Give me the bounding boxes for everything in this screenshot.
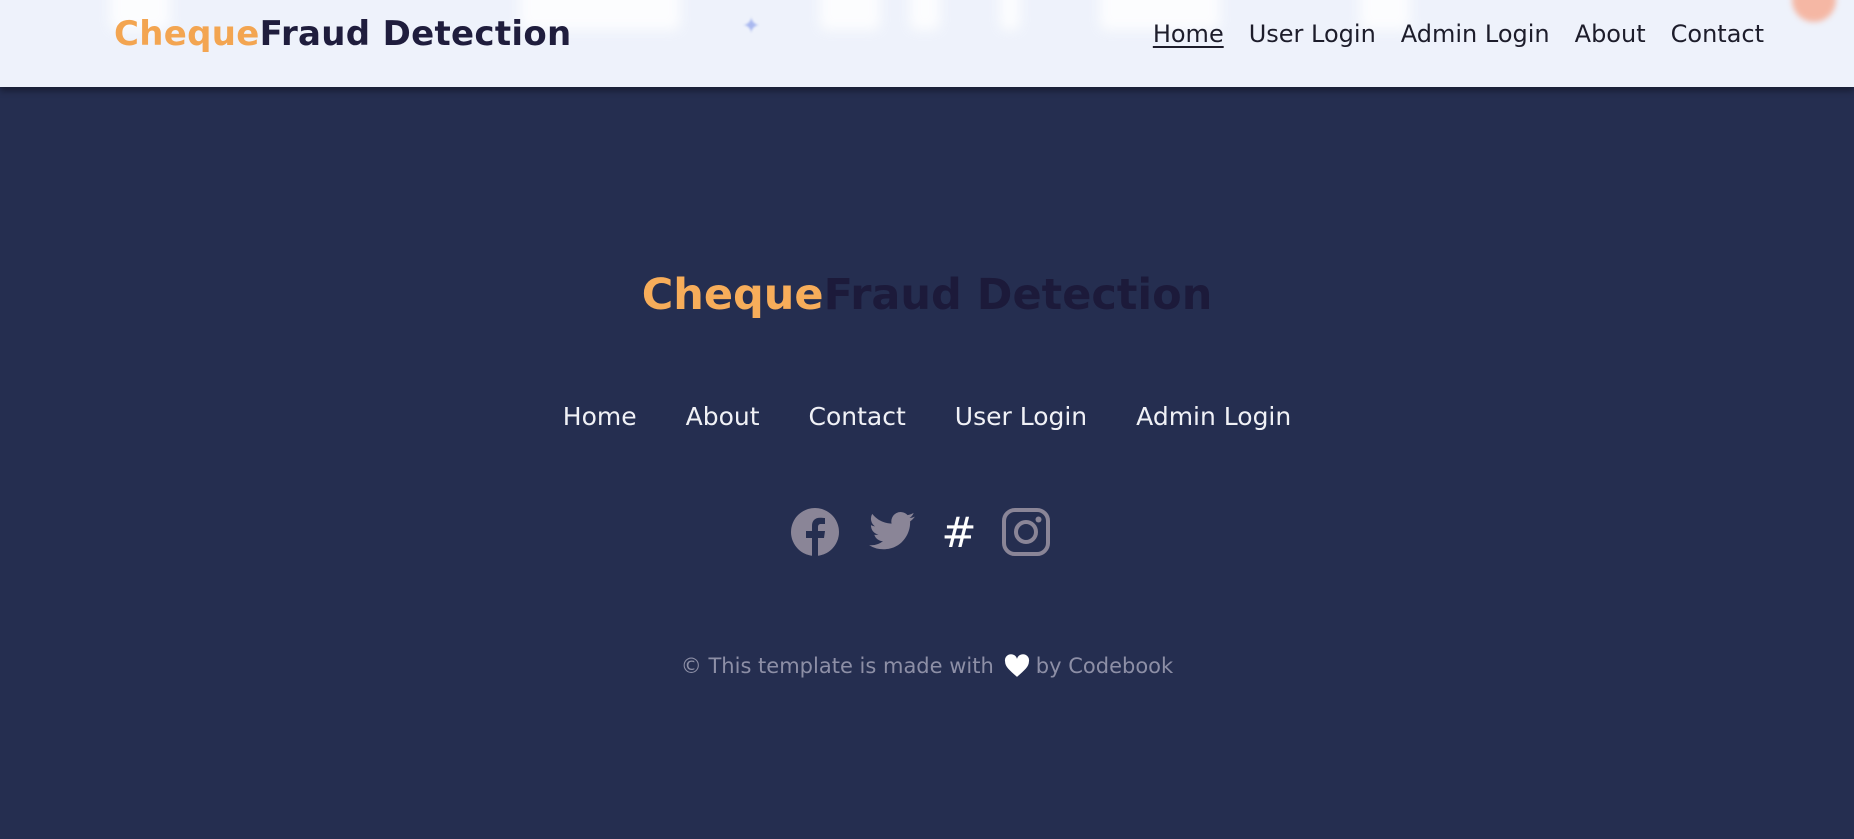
nav-admin-login[interactable]: Admin Login [1401, 20, 1550, 48]
sparkle-icon: ✦ [742, 14, 761, 39]
footer-link-about[interactable]: About [686, 402, 760, 431]
footer-nav: Home About Contact User Login Admin Logi… [0, 402, 1854, 431]
nav-user-login[interactable]: User Login [1249, 20, 1376, 48]
background-blur [910, 0, 940, 30]
background-blur [820, 0, 880, 30]
nav-home[interactable]: Home [1153, 20, 1224, 48]
nav-contact[interactable]: Contact [1671, 20, 1764, 48]
footer-link-contact[interactable]: Contact [809, 402, 906, 431]
background-dot [1792, 0, 1836, 22]
site-logo[interactable]: ChequeFraud Detection [114, 14, 572, 54]
site-header: ✦ ChequeFraud Detection Home User Login … [0, 0, 1854, 87]
nav-about[interactable]: About [1575, 20, 1646, 48]
background-blur [1000, 0, 1020, 30]
credit-text-before: © This template is made with [680, 654, 994, 678]
footer-logo-main-text: Fraud Detection [823, 270, 1213, 320]
footer-link-home[interactable]: Home [563, 402, 637, 431]
footer-logo: ChequeFraud Detection [0, 270, 1854, 320]
footer-logo-accent-text: Cheque [641, 270, 824, 320]
heart-icon [1004, 654, 1030, 678]
instagram-icon[interactable] [1001, 507, 1051, 557]
twitter-icon[interactable] [867, 507, 917, 557]
footer-credit: © This template is made with by Codebook [0, 654, 1854, 678]
footer-link-admin-login[interactable]: Admin Login [1136, 402, 1291, 431]
hashtag-icon[interactable]: # [941, 507, 976, 557]
social-links: # [790, 506, 1051, 558]
footer-link-user-login[interactable]: User Login [955, 402, 1087, 431]
credit-text-after: by Codebook [1035, 654, 1174, 678]
facebook-icon[interactable] [790, 507, 840, 557]
logo-main-text: Fraud Detection [259, 14, 572, 54]
main-nav: Home User Login Admin Login About Contac… [1153, 20, 1764, 48]
logo-accent-text: Cheque [114, 14, 260, 54]
